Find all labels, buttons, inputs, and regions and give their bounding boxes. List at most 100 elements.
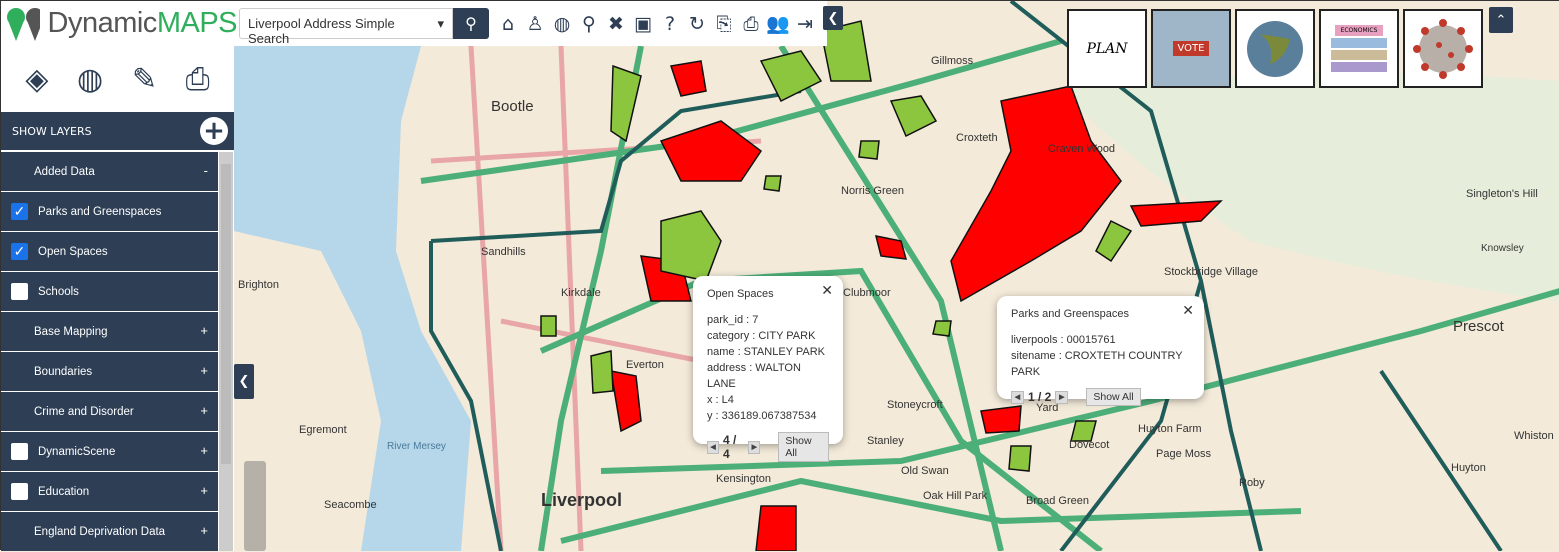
popup-field: name : STANLEY PARK — [707, 346, 825, 358]
user-location-icon[interactable]: ♙ — [524, 12, 546, 36]
map-label: Bootle — [491, 98, 534, 115]
address-search: Liverpool Address Simple Search ▾ ⚲ — [239, 8, 489, 46]
map-label: Croxteth — [956, 132, 998, 144]
collapse-toolbar-button[interactable]: ❮ — [823, 6, 843, 30]
print-icon[interactable]: ⎙ — [186, 62, 210, 97]
layer-group-england-deprivation-data[interactable]: England Deprivation Data + — [1, 512, 218, 551]
clear-icon[interactable]: ✖ — [605, 12, 627, 36]
expand-icon[interactable]: + — [200, 523, 208, 538]
close-icon[interactable]: ✕ — [821, 282, 833, 299]
map-label: Clubmoor — [843, 287, 891, 299]
print-icon[interactable]: ⎙ — [740, 12, 762, 36]
popup-open-spaces: ✕ Open Spaces park_id : 7 category : CIT… — [693, 276, 843, 462]
layer-list-scrollbar[interactable] — [219, 152, 233, 551]
collapse-sidebar-button[interactable]: ❮ — [234, 364, 254, 399]
book-icon — [1331, 50, 1387, 60]
map-label: Craven Wood — [1048, 143, 1115, 155]
map-label: Roby — [1239, 477, 1265, 489]
checkbox[interactable] — [11, 443, 28, 460]
thumbnail-virus[interactable] — [1403, 9, 1483, 88]
layer-list: Added Data - ✓ Parks and Greenspaces ✓ Open… — [1, 152, 218, 552]
theme-thumbnails: PLAN VOTE ECONOMICS — [1067, 9, 1483, 88]
globe-icon[interactable]: ◍ — [551, 12, 573, 36]
popup-pager: ◀ 4 / 4 ▶ Show All — [707, 432, 829, 462]
thumbnail-label: ECONOMICS — [1334, 25, 1384, 36]
map-label: Singleton's Hill — [1466, 188, 1538, 200]
thumbnail-economics[interactable]: ECONOMICS — [1319, 9, 1399, 88]
collapse-icon[interactable]: - — [204, 163, 208, 178]
search-button[interactable]: ⚲ — [453, 8, 489, 39]
collapse-thumbnails-button[interactable]: ⌃ — [1489, 7, 1513, 33]
edit-icon[interactable]: ✎ — [132, 62, 157, 97]
show-all-button[interactable]: Show All — [1086, 388, 1141, 406]
expand-icon[interactable]: + — [200, 403, 208, 418]
globe-icon[interactable]: ◍ — [77, 62, 103, 97]
popup-pager: ◀ 1 / 2 ▶ Show All — [1011, 388, 1190, 406]
layer-group-added-data[interactable]: Added Data - — [1, 152, 218, 191]
users-icon[interactable]: 👥 — [766, 12, 790, 36]
popup-field: address : WALTON LANE — [707, 362, 801, 390]
logo[interactable]: DynamicMAPS — [1, 5, 238, 43]
chevron-left-icon: ❮ — [827, 10, 839, 26]
search-type-select[interactable]: Liverpool Address Simple Search ▾ — [239, 8, 453, 46]
checkbox-checked[interactable]: ✓ — [11, 243, 28, 260]
thumbnail-label: PLAN — [1086, 40, 1128, 57]
layer-label: Crime and Disorder — [34, 405, 134, 418]
prev-button[interactable]: ◀ — [707, 440, 720, 454]
logout-icon[interactable]: ⇥ — [794, 12, 816, 36]
layer-open-spaces[interactable]: ✓ Open Spaces — [1, 232, 218, 271]
scrollbar-thumb[interactable] — [221, 164, 231, 464]
checkbox-checked[interactable]: ✓ — [11, 203, 28, 220]
expand-icon[interactable]: + — [200, 483, 208, 498]
sidebar: ◈ ◍ ✎ ⎙ SHOW LAYERS + Added Data - ✓ Parks… — [1, 46, 234, 551]
layer-label: Boundaries — [34, 365, 93, 378]
layer-parks-and-greenspaces[interactable]: ✓ Parks and Greenspaces — [1, 192, 218, 231]
map-slider[interactable] — [244, 461, 266, 551]
prev-button[interactable]: ◀ — [1011, 390, 1024, 404]
layer-label: Schools — [38, 285, 79, 298]
help-icon[interactable]: ? — [659, 12, 681, 36]
close-icon[interactable]: ✕ — [1182, 302, 1194, 319]
thumbnail-plan[interactable]: PLAN — [1067, 9, 1147, 88]
next-button[interactable]: ▶ — [748, 440, 761, 454]
layer-label: DynamicScene — [38, 445, 116, 458]
layer-group-base-mapping[interactable]: Base Mapping + — [1, 312, 218, 351]
layer-group-boundaries[interactable]: Boundaries + — [1, 352, 218, 391]
globe-image-icon — [1247, 20, 1303, 77]
toolbar: ⌂ ♙ ◍ ⚲ ✖ ▣ ? ↻ ⎘ ⎙ 👥 ⇥ — [497, 12, 816, 36]
expand-icon[interactable]: + — [200, 443, 208, 458]
thumbnail-vote[interactable]: VOTE — [1151, 9, 1231, 88]
map-label: Huyton Farm — [1138, 423, 1202, 435]
layer-schools[interactable]: Schools — [1, 272, 218, 311]
popup-parks-and-greenspaces: ✕ Parks and Greenspaces liverpools : 000… — [997, 296, 1204, 406]
show-all-button[interactable]: Show All — [778, 432, 829, 462]
logo-text: DynamicMAPS — [47, 7, 238, 39]
checkbox[interactable] — [11, 283, 28, 300]
map-label: Old Swan — [901, 465, 949, 477]
popup-field: y : 336189.067387534 — [707, 410, 817, 422]
map-label: Stockbridge Village — [1164, 266, 1258, 278]
popup-field: sitename : CROXTETH COUNTRY PARK — [1011, 350, 1183, 378]
layer-education[interactable]: Education + — [1, 472, 218, 511]
add-layer-button[interactable]: + — [200, 117, 228, 145]
logo-pins-icon — [7, 7, 40, 41]
layer-dynamicscene[interactable]: DynamicScene + — [1, 432, 218, 471]
next-button[interactable]: ▶ — [1055, 390, 1069, 404]
expand-icon[interactable]: + — [200, 323, 208, 338]
map-label: Knowsley — [1481, 243, 1524, 254]
window-icon[interactable]: ▣ — [632, 12, 654, 36]
map-label: Stoneycroft — [887, 399, 943, 411]
map-marker-icon[interactable]: ⚲ — [578, 12, 600, 36]
top-bar: DynamicMAPS Liverpool Address Simple Sea… — [1, 1, 827, 46]
report-search-icon[interactable]: ⎘ — [713, 12, 735, 36]
checkbox[interactable] — [11, 483, 28, 500]
thumbnail-globe[interactable] — [1235, 9, 1315, 88]
popup-field: park_id : 7 — [707, 314, 759, 326]
map-label: Whiston — [1514, 430, 1554, 442]
layers-icon[interactable]: ◈ — [25, 62, 48, 97]
layer-group-crime-and-disorder[interactable]: Crime and Disorder + — [1, 392, 218, 431]
expand-icon[interactable]: + — [200, 363, 208, 378]
layer-label: Parks and Greenspaces — [38, 205, 162, 218]
home-icon[interactable]: ⌂ — [497, 12, 519, 36]
refresh-icon[interactable]: ↻ — [686, 12, 708, 36]
